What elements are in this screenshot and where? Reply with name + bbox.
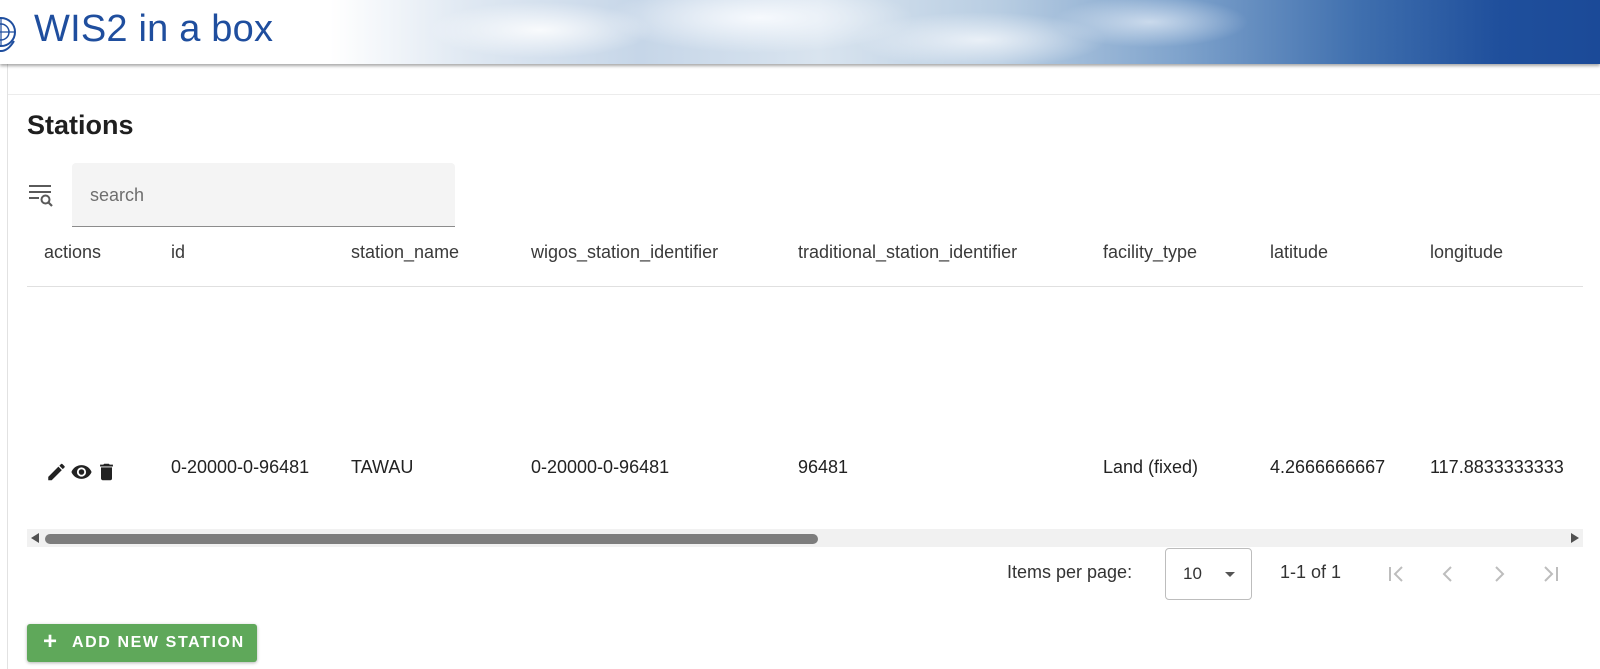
column-header-wigos-station-identifier[interactable]: wigos_station_identifier — [531, 242, 718, 263]
view-icon[interactable] — [70, 461, 93, 483]
cell-id: 0-20000-0-96481 — [171, 457, 310, 477]
column-header-actions[interactable]: actions — [44, 242, 101, 263]
cell-station-name: TAWAU — [351, 457, 414, 477]
last-page-icon[interactable] — [1537, 561, 1563, 587]
content-top-divider — [8, 94, 1600, 95]
app-header: WIS2 in a box — [0, 0, 1600, 64]
column-header-longitude[interactable]: longitude — [1430, 242, 1503, 263]
scroll-left-arrow-icon[interactable] — [31, 533, 39, 543]
cell-longitude: 117.8833333333 — [1430, 457, 1564, 477]
search-input[interactable] — [90, 183, 440, 207]
wmo-emblem-icon — [0, 17, 16, 53]
add-new-station-label: ADD NEW STATION — [72, 634, 245, 651]
column-header-facility-type[interactable]: facility_type — [1103, 242, 1197, 263]
plus-icon: + — [43, 628, 58, 655]
cell-traditional-station-identifier: 96481 — [798, 457, 849, 477]
app-title: WIS2 in a box — [34, 8, 274, 50]
column-header-station-name[interactable]: station_name — [351, 242, 459, 263]
table-header-row: actions id station_name wigos_station_id… — [27, 228, 1583, 287]
previous-page-icon[interactable] — [1435, 561, 1461, 587]
next-page-icon[interactable] — [1486, 561, 1512, 587]
cell-latitude: 4.2666666667 — [1270, 457, 1386, 477]
scroll-right-arrow-icon[interactable] — [1571, 533, 1579, 543]
column-header-latitude[interactable]: latitude — [1270, 242, 1328, 263]
dropdown-caret-icon — [1225, 572, 1235, 577]
first-page-icon[interactable] — [1384, 561, 1410, 587]
page-range-label: 1-1 of 1 — [1280, 562, 1342, 582]
content-left-border — [7, 64, 8, 669]
page-title: Stations — [27, 110, 134, 140]
horizontal-scrollbar[interactable] — [27, 529, 1583, 547]
items-per-page-select[interactable]: 10 — [1165, 548, 1252, 600]
column-header-id[interactable]: id — [171, 242, 185, 263]
edit-icon[interactable] — [45, 461, 68, 483]
column-header-traditional-station-identifier[interactable]: traditional_station_identifier — [798, 242, 1017, 263]
cell-wigos-station-identifier: 0-20000-0-96481 — [531, 457, 670, 477]
row-actions — [45, 460, 118, 484]
items-per-page-label: Items per page: — [1007, 562, 1133, 582]
search-field[interactable] — [72, 163, 455, 227]
add-new-station-button[interactable]: + ADD NEW STATION — [27, 624, 257, 662]
filter-search-icon[interactable] — [28, 182, 54, 208]
items-per-page-value: 10 — [1183, 564, 1202, 583]
table-row: 0-20000-0-96481 TAWAU 0-20000-0-96481 96… — [27, 288, 1583, 528]
delete-icon[interactable] — [95, 461, 118, 483]
scrollbar-thumb[interactable] — [45, 534, 818, 544]
cell-facility-type: Land (fixed) — [1103, 457, 1199, 477]
